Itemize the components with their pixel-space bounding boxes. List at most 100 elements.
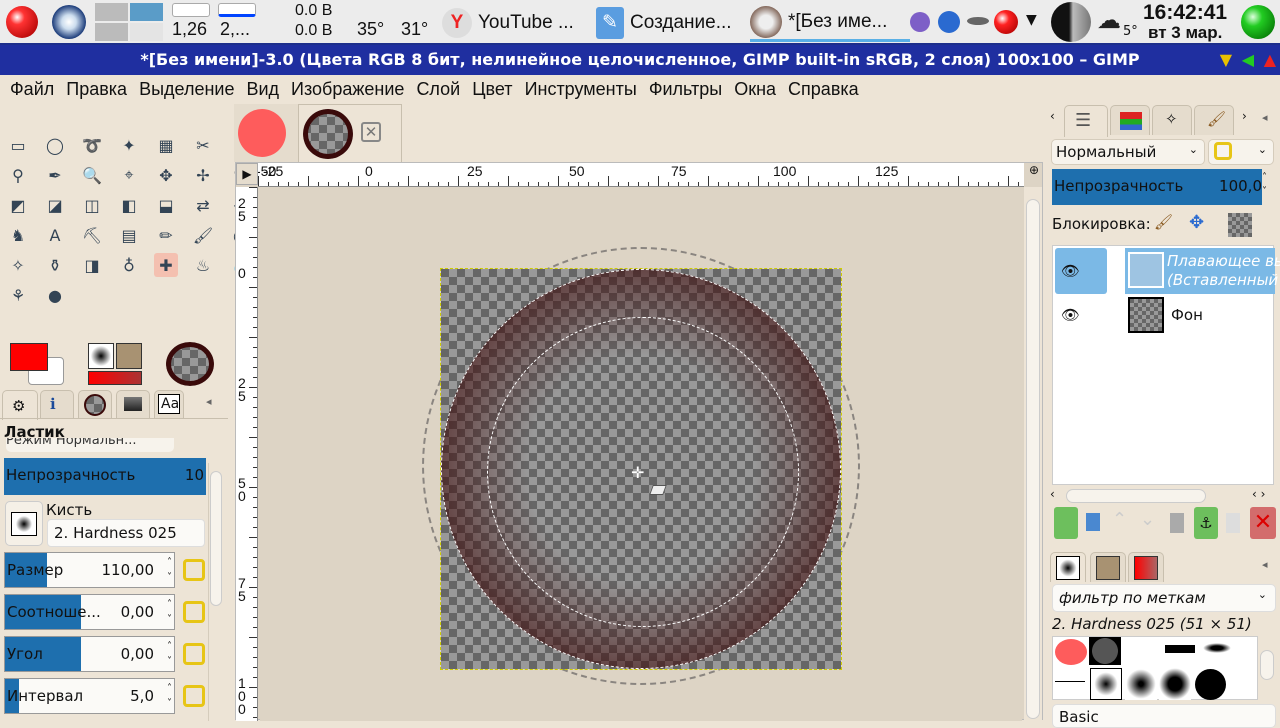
brush-item-selected[interactable] xyxy=(1090,668,1122,700)
close-icon[interactable]: ▲ xyxy=(1264,45,1276,75)
active-pattern[interactable] xyxy=(116,343,142,369)
tab-images[interactable] xyxy=(78,390,112,418)
tag-filter-input[interactable]: фильтр по меткам ⌄ xyxy=(1052,584,1276,612)
tool-button[interactable]: 🖌 xyxy=(191,223,215,247)
tool-button[interactable]: A xyxy=(43,223,67,247)
record-icon[interactable] xyxy=(994,10,1018,34)
tab-undo-history[interactable]: 🖌 xyxy=(1194,105,1234,135)
tab-channels[interactable] xyxy=(1110,105,1150,135)
new-layer-button[interactable] xyxy=(1054,507,1078,539)
canvas[interactable]: ✛ xyxy=(260,189,1022,721)
menu-filters[interactable]: Фильтры xyxy=(643,75,728,103)
tool-button[interactable]: ⚘ xyxy=(6,283,30,307)
navigate-icon[interactable]: ⊕ xyxy=(1024,163,1044,187)
lock-position-icon[interactable]: ✥ xyxy=(1189,212,1204,233)
window-titlebar[interactable]: *[Без имени]-3.0 (Цвета RGB 8 бит, нелин… xyxy=(0,45,1280,75)
menu-help[interactable]: Справка xyxy=(782,75,865,103)
reset-chain-icon[interactable] xyxy=(183,685,205,707)
horizontal-ruler[interactable]: -50 -25 0 25 50 75 100 125 xyxy=(258,163,1024,187)
anchor-layer-button[interactable]: ⚓ xyxy=(1194,507,1218,539)
tab-tool-options[interactable]: ⚙ xyxy=(2,390,38,420)
opacity-spinner[interactable]: ˄ ˅ xyxy=(1262,171,1267,199)
visibility-cell[interactable]: 👁 xyxy=(1055,248,1107,294)
eye-icon[interactable]: 👁 xyxy=(1061,306,1080,324)
param-spinner[interactable]: ˄ ˅ xyxy=(167,555,172,585)
menu-tools[interactable]: Инструменты xyxy=(519,75,643,103)
layers-hscrollbar[interactable] xyxy=(1066,489,1206,503)
param-spinner[interactable]: ˄ ˅ xyxy=(167,597,172,627)
workspace-switcher[interactable] xyxy=(95,3,163,41)
brush-select-button[interactable] xyxy=(5,501,43,546)
tool-button[interactable]: ✥ xyxy=(154,163,178,187)
merge-layer-button[interactable] xyxy=(1226,513,1240,533)
tool-button[interactable]: ▤ xyxy=(117,223,141,247)
tool-button[interactable]: ◧ xyxy=(117,193,141,217)
vertical-ruler[interactable]: 2 5 0 2 5 5 0 7 5 1 0 0 xyxy=(236,187,258,721)
brush-grid-scrollbar[interactable] xyxy=(1260,650,1274,680)
tool-button[interactable]: ▭ xyxy=(6,133,30,157)
image-layer[interactable]: ✛ xyxy=(440,268,842,670)
tool-options-scrollbar[interactable] xyxy=(208,463,222,721)
tool-button[interactable]: ♁ xyxy=(117,253,141,277)
tool-button[interactable]: ✏ xyxy=(154,223,178,247)
tool-button[interactable]: ● xyxy=(43,283,67,307)
param-spinner[interactable]: ˄ ˅ xyxy=(167,639,172,669)
tool-button[interactable]: ✦ xyxy=(117,133,141,157)
tool-button[interactable]: ◫ xyxy=(80,193,104,217)
brush-item[interactable] xyxy=(1089,637,1121,665)
tool-button[interactable]: ◪ xyxy=(43,193,67,217)
task-gimp[interactable]: *[Без име... xyxy=(750,4,910,42)
clock-time[interactable]: 16:42:41 xyxy=(1143,1,1227,25)
brush-item[interactable] xyxy=(1195,669,1226,700)
brush-item[interactable] xyxy=(1125,668,1157,700)
tool-button[interactable]: ◨ xyxy=(80,253,104,277)
reset-chain-icon[interactable] xyxy=(183,559,205,581)
tab-brushes[interactable] xyxy=(1050,552,1086,582)
tool-button[interactable]: 🔍 xyxy=(80,163,104,187)
image-tab-1[interactable] xyxy=(234,104,298,162)
param-spinner[interactable]: ˄ ˅ xyxy=(167,681,172,711)
panel-menu-icon[interactable]: ◂ xyxy=(206,395,212,408)
param-slider[interactable]: Интервал 5,0 ˄ ˅ xyxy=(4,678,175,714)
image-preview[interactable] xyxy=(166,342,214,386)
tabs-left-icon[interactable]: ‹ xyxy=(1050,109,1055,123)
lock-alpha-icon[interactable] xyxy=(1228,213,1252,237)
tool-button[interactable]: ◯ xyxy=(43,133,67,157)
vertical-scrollbar[interactable] xyxy=(1024,187,1042,721)
brush-grid[interactable] xyxy=(1052,636,1258,700)
tab-device-status[interactable]: ℹ xyxy=(40,390,74,418)
tool-button[interactable]: ⬓ xyxy=(154,193,178,217)
brush-item[interactable] xyxy=(1055,639,1087,665)
status-icon[interactable] xyxy=(1241,5,1275,39)
panel-menu-icon[interactable]: ◂ xyxy=(1262,111,1268,124)
tool-button[interactable]: ✒ xyxy=(43,163,67,187)
tool-button[interactable]: ⇄ xyxy=(191,193,215,217)
foreground-color[interactable] xyxy=(10,343,48,371)
tool-button[interactable]: ⚱ xyxy=(43,253,67,277)
viber-icon[interactable] xyxy=(910,12,930,32)
new-layer-group-button[interactable] xyxy=(1086,513,1100,531)
tab-paths[interactable]: ✧ xyxy=(1152,105,1192,135)
scroll-right-icon[interactable]: ‹ › xyxy=(1252,487,1265,501)
tool-button[interactable]: ♨ xyxy=(191,253,215,277)
lower-layer-button[interactable]: ⌄ xyxy=(1140,509,1155,530)
param-slider[interactable]: Соотноше... 0,00 ˄ ˅ xyxy=(4,594,175,630)
tab-gradients[interactable] xyxy=(116,390,150,418)
scroll-left-icon[interactable]: ‹ xyxy=(1050,487,1055,501)
tool-button[interactable]: ▦ xyxy=(154,133,178,157)
scrollbar-thumb[interactable] xyxy=(1026,199,1040,719)
tool-button[interactable]: ✧ xyxy=(6,253,30,277)
raise-layer-button[interactable]: ⌃ xyxy=(1112,509,1127,530)
menu-layer[interactable]: Слой xyxy=(410,75,466,103)
menu-windows[interactable]: Окна xyxy=(728,75,782,103)
cloud-icon[interactable]: ☁ xyxy=(1097,6,1121,34)
param-slider[interactable]: Размер 110,00 ˄ ˅ xyxy=(4,552,175,588)
menu-file[interactable]: Файл xyxy=(4,75,60,103)
brush-item[interactable] xyxy=(1165,645,1195,653)
tab-fonts[interactable]: Aa xyxy=(154,390,184,418)
reset-chain-icon[interactable] xyxy=(183,601,205,623)
workspace-3[interactable] xyxy=(95,23,128,41)
param-slider[interactable]: Угол 0,00 ˄ ˅ xyxy=(4,636,175,672)
menu-view[interactable]: Вид xyxy=(240,75,285,103)
tray-expand-icon[interactable]: ▼ xyxy=(1026,12,1037,28)
